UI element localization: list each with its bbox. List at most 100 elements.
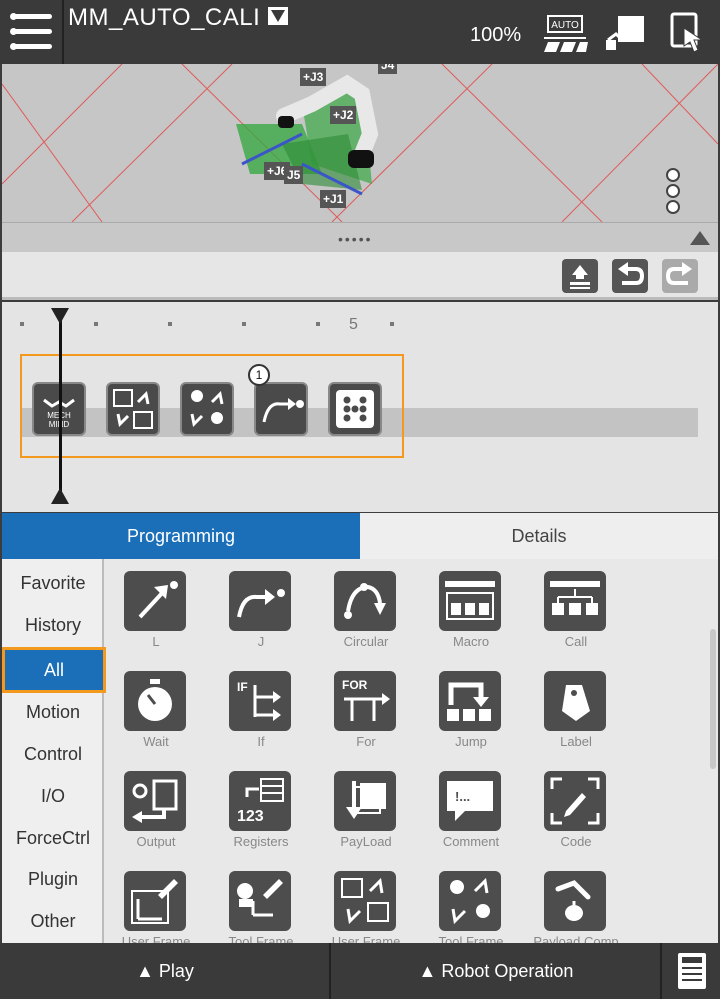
edit-toolbar (2, 252, 718, 300)
category-forcectrl[interactable]: ForceCtrl (2, 828, 104, 849)
tool-frame-switch-icon (439, 871, 501, 931)
macro-icon (439, 571, 501, 631)
payload-comp-icon (544, 871, 606, 931)
auto-mode-icon[interactable]: AUTO (542, 12, 588, 56)
joint-label-j4: J4 (378, 64, 398, 74)
linear-move-icon (124, 571, 186, 631)
collapse-up-icon[interactable] (690, 231, 710, 245)
cursor-top-handle-icon[interactable] (51, 308, 69, 324)
stopwatch-icon (124, 671, 186, 731)
if-branch-icon: IF (229, 671, 291, 731)
cursor-bottom-handle-icon[interactable] (51, 488, 69, 504)
call-icon (544, 571, 606, 631)
program-name: MM_AUTO_CALI (68, 4, 261, 31)
joint-move-icon (262, 398, 304, 423)
cmd-j[interactable]: J (209, 559, 293, 649)
palette-scrollbar[interactable] (710, 629, 716, 769)
cmd-comment[interactable]: !... Comment (419, 759, 503, 849)
undo-button[interactable] (612, 259, 648, 293)
cmd-registers[interactable]: 123 Registers (209, 759, 293, 849)
bottom-bar: ▲ Play ▲ Robot Operation (0, 943, 720, 999)
cmd-user-frame[interactable]: User Frame (104, 859, 190, 943)
touch-mode-icon[interactable] (664, 12, 710, 56)
jump-icon (439, 671, 501, 731)
speed-override[interactable]: 100% (470, 24, 521, 47)
controller-icon[interactable] (676, 951, 708, 991)
joint-label-j1: +J1 (320, 190, 347, 208)
pallet-block[interactable] (328, 382, 382, 436)
cmd-payload[interactable]: PayLoad (314, 759, 398, 849)
category-history[interactable]: History (2, 615, 104, 636)
cmd-label[interactable]: Label (524, 659, 608, 749)
robot-3d-view[interactable]: +J3 +J2 +J6 J5 +J1 J4 (2, 64, 718, 222)
category-plugin[interactable]: Plugin (2, 869, 104, 890)
category-other[interactable]: Other (2, 911, 104, 932)
timeline-cursor[interactable] (59, 316, 62, 502)
joint-label-j3: +J3 (300, 68, 327, 86)
category-motion[interactable]: Motion (2, 702, 104, 723)
block-badge: 1 (248, 364, 270, 386)
j-move-block[interactable] (254, 382, 308, 436)
drag-handle-icon[interactable]: ••••• (338, 231, 373, 247)
cmd-if[interactable]: IF If (209, 659, 293, 749)
category-io[interactable]: I/O (2, 786, 104, 807)
category-all[interactable]: All (2, 647, 106, 693)
user-frame-switch-icon (334, 871, 396, 931)
cmd-circular[interactable]: Circular (314, 559, 398, 649)
joint-move-icon (229, 571, 291, 631)
code-edit-icon (544, 771, 606, 831)
cmd-call[interactable]: Call (524, 559, 608, 649)
program-timeline[interactable]: 5 MECH MIND 1 (2, 302, 718, 512)
cmd-code[interactable]: Code (524, 759, 608, 849)
ruler-number: 5 (349, 316, 358, 333)
cmd-tool-frame-switch[interactable]: Tool Frame (419, 859, 504, 943)
dropdown-icon[interactable] (267, 6, 289, 26)
tab-programming[interactable]: Programming (2, 513, 360, 559)
user-frame-icon (124, 871, 186, 931)
cmd-tool-frame[interactable]: Tool Frame (209, 859, 294, 943)
panel-splitter[interactable]: ••••• (2, 222, 718, 252)
dots-grid-icon (336, 390, 374, 428)
cmd-output[interactable]: Output (104, 759, 188, 849)
output-icon (124, 771, 186, 831)
redo-button[interactable] (662, 259, 698, 293)
registers-icon: 123 (229, 771, 291, 831)
robot-operation-button[interactable]: ▲ Robot Operation (331, 943, 661, 999)
category-control[interactable]: Control (2, 744, 104, 765)
category-favorite[interactable]: Favorite (2, 573, 104, 594)
tool-frame-icon (229, 871, 291, 931)
tab-bar: Programming Details (2, 513, 718, 559)
program-title[interactable]: MM_AUTO_CALI (68, 4, 289, 32)
joint-label-j2: +J2 (330, 106, 357, 124)
robot-arm-model (236, 74, 379, 196)
tab-details[interactable]: Details (360, 513, 718, 559)
comment-icon: !... (439, 771, 501, 831)
cmd-jump[interactable]: Jump (419, 659, 503, 749)
svg-text:!...: !... (455, 789, 470, 804)
tool-frame-switch-icon (190, 390, 224, 428)
upload-button[interactable] (562, 259, 598, 293)
cmd-for[interactable]: FOR For (314, 659, 398, 749)
joint-label-j5: J5 (284, 166, 304, 184)
cmd-wait[interactable]: Wait (104, 659, 188, 749)
svg-text:FOR: FOR (342, 678, 368, 692)
view-options-icon[interactable] (666, 168, 680, 216)
svg-text:IF: IF (237, 680, 248, 694)
cmd-payload-comp[interactable]: Payload Comp (524, 859, 619, 943)
cmd-l[interactable]: L (104, 559, 188, 649)
user-frame-block[interactable] (106, 382, 160, 436)
teach-pendant-icon[interactable] (602, 12, 648, 56)
cmd-user-frame-switch[interactable]: User Frame (314, 859, 400, 943)
svg-text:AUTO: AUTO (551, 20, 579, 31)
for-loop-icon: FOR (334, 671, 396, 731)
command-grid: L J Circular Macro Call Wait IF If FOR F… (104, 559, 708, 943)
payload-icon (334, 771, 396, 831)
play-button[interactable]: ▲ Play (0, 943, 330, 999)
svg-text:123: 123 (237, 808, 264, 825)
cmd-macro[interactable]: Macro (419, 559, 503, 649)
circular-move-icon (334, 571, 396, 631)
command-palette: Favorite History All Motion Control I/O … (2, 559, 718, 943)
tag-icon (544, 671, 606, 731)
tool-frame-block[interactable] (180, 382, 234, 436)
menu-icon[interactable] (0, 0, 64, 64)
